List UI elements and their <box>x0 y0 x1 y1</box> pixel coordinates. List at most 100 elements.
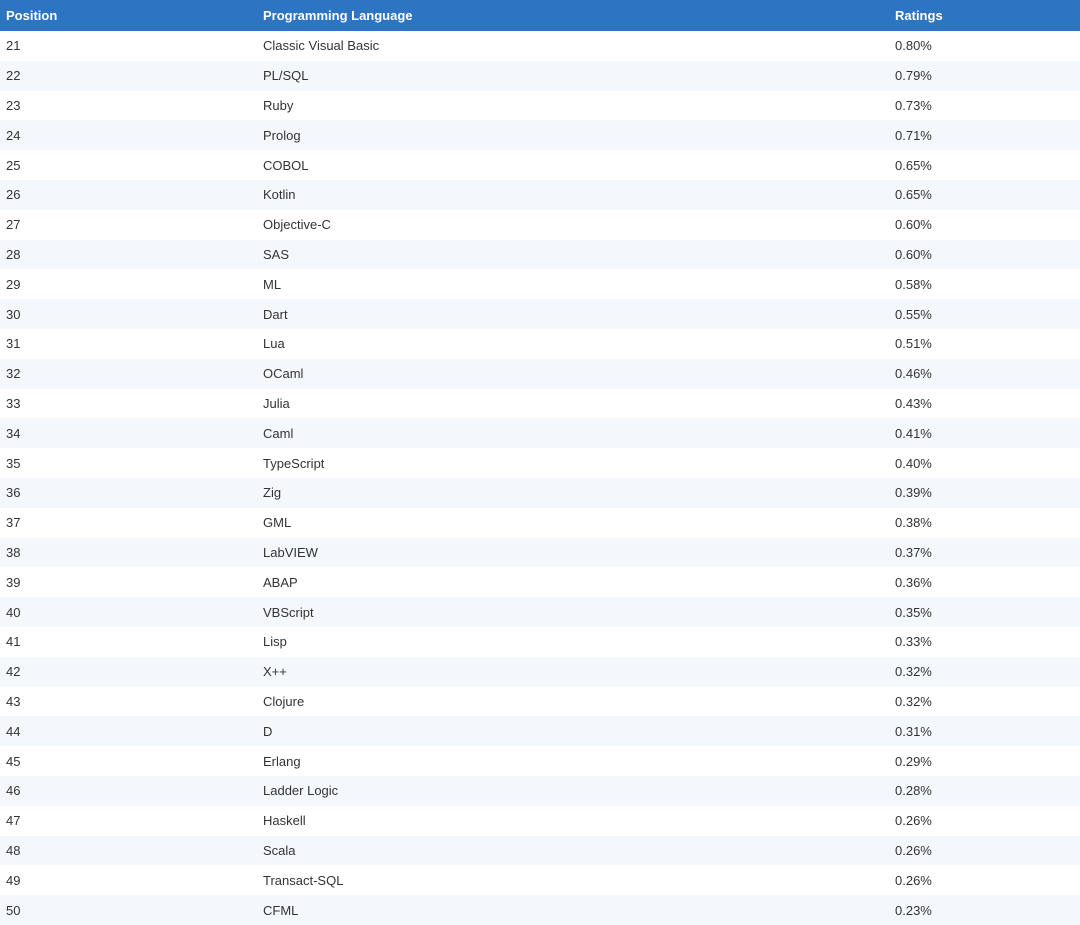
rating-cell: 0.60% <box>895 217 932 233</box>
language-cell: COBOL <box>263 157 309 173</box>
language-ranking-table: Position Programming Language Ratings 21… <box>0 0 1080 925</box>
position-cell: 29 <box>6 276 21 292</box>
position-cell: 40 <box>6 604 21 620</box>
rating-cell: 0.41% <box>895 425 932 441</box>
rating-cell: 0.23% <box>895 902 932 918</box>
position-cell: 28 <box>6 246 21 262</box>
table-row: 43 Clojure 0.32% <box>0 686 1080 717</box>
rating-cell: 0.60% <box>895 246 932 262</box>
table-row: 36 Zig 0.39% <box>0 477 1080 508</box>
rating-cell: 0.55% <box>895 306 932 322</box>
language-cell: Haskell <box>263 813 306 829</box>
language-cell: CFML <box>263 902 299 918</box>
language-cell: Classic Visual Basic <box>263 38 380 54</box>
rating-cell: 0.33% <box>895 634 932 650</box>
position-cell: 30 <box>6 306 21 322</box>
rating-cell: 0.26% <box>895 842 932 858</box>
header-ratings: Ratings <box>895 8 943 23</box>
language-cell: OCaml <box>263 366 304 382</box>
rating-cell: 0.79% <box>895 68 932 84</box>
rating-cell: 0.31% <box>895 723 932 739</box>
table-row: 49 Transact-SQL 0.26% <box>0 865 1080 896</box>
table-row: 48 Scala 0.26% <box>0 835 1080 866</box>
language-cell: Scala <box>263 842 296 858</box>
position-cell: 50 <box>6 902 21 918</box>
table-row: 45 Erlang 0.29% <box>0 746 1080 776</box>
position-cell: 44 <box>6 723 21 739</box>
rating-cell: 0.46% <box>895 366 932 382</box>
language-cell: ML <box>263 276 282 292</box>
language-cell: Julia <box>263 395 290 411</box>
position-cell: 43 <box>6 693 21 709</box>
position-cell: 32 <box>6 366 21 382</box>
table-row: 28 SAS 0.60% <box>0 239 1080 270</box>
position-cell: 46 <box>6 783 21 799</box>
language-cell: Prolog <box>263 127 301 143</box>
position-cell: 25 <box>6 157 21 173</box>
rating-cell: 0.40% <box>895 455 932 471</box>
table-row: 33 Julia 0.43% <box>0 388 1080 419</box>
language-cell: Zig <box>263 485 282 501</box>
language-cell: Kotlin <box>263 187 296 203</box>
position-cell: 24 <box>6 127 21 143</box>
language-cell: ABAP <box>263 574 298 590</box>
table-row: 50 CFML 0.23% <box>0 895 1080 925</box>
table-row: 38 LabVIEW 0.37% <box>0 537 1080 568</box>
rating-cell: 0.80% <box>895 38 932 54</box>
language-cell: VBScript <box>263 604 314 620</box>
header-position: Position <box>6 8 58 23</box>
table-row: 23 Ruby 0.73% <box>0 90 1080 121</box>
position-cell: 34 <box>6 425 21 441</box>
rating-cell: 0.39% <box>895 485 932 501</box>
table-row: 41 Lisp 0.33% <box>0 626 1080 657</box>
language-cell: Clojure <box>263 693 305 709</box>
position-cell: 36 <box>6 485 21 501</box>
rating-cell: 0.37% <box>895 544 932 560</box>
header-programming-language: Programming Language <box>263 8 413 23</box>
table-row: 27 Objective-C 0.60% <box>0 209 1080 240</box>
language-cell: Erlang <box>263 753 301 769</box>
language-cell: GML <box>263 515 292 531</box>
position-cell: 38 <box>6 544 21 560</box>
language-cell: Caml <box>263 425 294 441</box>
language-cell: SAS <box>263 246 290 262</box>
table-row: 30 Dart 0.55% <box>0 299 1080 329</box>
table-row: 21 Classic Visual Basic 0.80% <box>0 31 1080 61</box>
table-row: 40 VBScript 0.35% <box>0 597 1080 627</box>
rating-cell: 0.65% <box>895 187 932 203</box>
table-header-row: Position Programming Language Ratings <box>0 0 1080 31</box>
rating-cell: 0.32% <box>895 664 932 680</box>
table-row: 31 Lua 0.51% <box>0 328 1080 359</box>
table-row: 39 ABAP 0.36% <box>0 567 1080 598</box>
language-cell: LabVIEW <box>263 544 318 560</box>
position-cell: 45 <box>6 753 21 769</box>
rating-cell: 0.35% <box>895 604 932 620</box>
position-cell: 49 <box>6 872 21 888</box>
rating-cell: 0.28% <box>895 783 932 799</box>
position-cell: 22 <box>6 68 21 84</box>
language-cell: PL/SQL <box>263 68 309 84</box>
rating-cell: 0.26% <box>895 872 932 888</box>
rating-cell: 0.38% <box>895 515 932 531</box>
rating-cell: 0.73% <box>895 97 932 113</box>
rating-cell: 0.26% <box>895 813 932 829</box>
language-cell: D <box>263 723 273 739</box>
rating-cell: 0.32% <box>895 693 932 709</box>
language-cell: Ladder Logic <box>263 783 339 799</box>
language-cell: Objective-C <box>263 217 331 233</box>
table-row: 22 PL/SQL 0.79% <box>0 60 1080 91</box>
position-cell: 41 <box>6 634 21 650</box>
rating-cell: 0.29% <box>895 753 932 769</box>
position-cell: 31 <box>6 336 21 352</box>
table-row: 46 Ladder Logic 0.28% <box>0 775 1080 806</box>
position-cell: 21 <box>6 38 21 54</box>
table-row: 34 Caml 0.41% <box>0 418 1080 449</box>
table-row: 47 Haskell 0.26% <box>0 805 1080 836</box>
position-cell: 33 <box>6 395 21 411</box>
rating-cell: 0.43% <box>895 395 932 411</box>
table-row: 37 GML 0.38% <box>0 507 1080 538</box>
table-body: 21 Classic Visual Basic 0.80% 22 PL/SQL 0.79%… <box>0 31 1080 925</box>
position-cell: 47 <box>6 813 21 829</box>
language-cell: Lisp <box>263 634 287 650</box>
position-cell: 27 <box>6 217 21 233</box>
